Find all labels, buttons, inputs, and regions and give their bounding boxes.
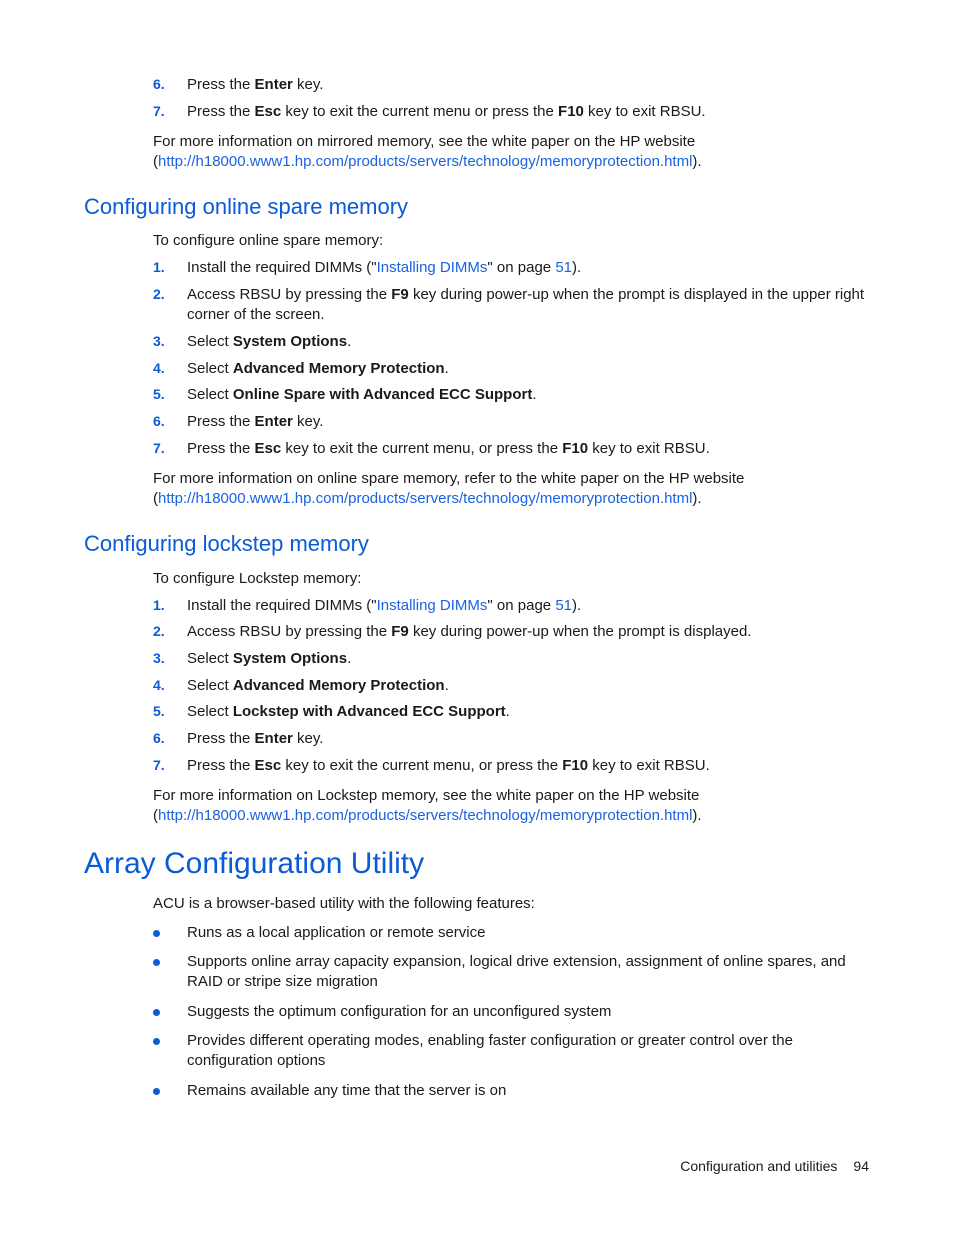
section-heading-lockstep: Configuring lockstep memory: [84, 531, 369, 556]
step-text: Install the required DIMMs ("Installing …: [187, 259, 582, 276]
bullet-item: Suggests the optimum configuration for a…: [187, 1003, 612, 1020]
bullet-icon: [153, 930, 160, 937]
section-heading-online-spare: Configuring online spare memory: [84, 194, 409, 219]
step-text: Press the Enter key.: [187, 413, 324, 430]
bullet-item: Runs as a local application or remote se…: [187, 924, 486, 941]
bullet-icon: [153, 959, 160, 966]
page-link[interactable]: 51: [555, 597, 572, 614]
step-number: 3.: [153, 650, 165, 666]
section-intro: ACU is a browser-based utility with the …: [153, 895, 535, 912]
step-text: Press the Enter key.: [187, 730, 324, 747]
installing-dimms-link[interactable]: Installing DIMMs: [377, 597, 488, 614]
memory-protection-link[interactable]: http://h18000.www1.hp.com/products/serve…: [158, 153, 692, 170]
bullet-item: Provides different operating modes, enab…: [187, 1032, 793, 1069]
step-text: Select Advanced Memory Protection.: [187, 360, 449, 377]
step-number: 1.: [153, 259, 165, 275]
document-page: 6. Press the Enter key. 7. Press the Esc…: [0, 0, 954, 1235]
step-number: 6.: [153, 730, 165, 746]
step-number: 7.: [153, 440, 165, 456]
bullet-item: Supports online array capacity expansion…: [187, 953, 846, 990]
step-text: Install the required DIMMs ("Installing …: [187, 597, 582, 614]
step-text: Select Online Spare with Advanced ECC Su…: [187, 386, 537, 403]
step-text: Select Lockstep with Advanced ECC Suppor…: [187, 703, 510, 720]
section-intro: To configure online spare memory:: [153, 232, 384, 249]
step-text: Select System Options.: [187, 333, 352, 350]
memory-protection-link[interactable]: http://h18000.www1.hp.com/products/serve…: [158, 490, 692, 507]
installing-dimms-link[interactable]: Installing DIMMs: [377, 259, 488, 276]
bullet-item: Remains available any time that the serv…: [187, 1082, 507, 1099]
step-number: 4.: [153, 360, 165, 376]
step-number: 7.: [153, 757, 165, 773]
page-number: 94: [853, 1158, 869, 1174]
step-text: Select Advanced Memory Protection.: [187, 677, 449, 694]
step-number: 5.: [153, 703, 165, 719]
step-number: 1.: [153, 597, 165, 613]
more-info-paragraph: For more information on Lockstep memory,…: [153, 787, 702, 824]
step-number: 2.: [153, 286, 165, 302]
step-text: Press the Esc key to exit the current me…: [187, 757, 710, 774]
step-number: 6.: [153, 76, 165, 92]
step-number: 6.: [153, 413, 165, 429]
memory-protection-link[interactable]: http://h18000.www1.hp.com/products/serve…: [158, 807, 692, 824]
step-number: 4.: [153, 677, 165, 693]
bullet-icon: [153, 1038, 160, 1045]
section-heading-acu: Array Configuration Utility: [84, 847, 425, 880]
step-text: Select System Options.: [187, 650, 352, 667]
step-text: Press the Esc key to exit the current me…: [187, 103, 706, 120]
step-number: 2.: [153, 623, 165, 639]
step-text: Press the Enter key.: [187, 76, 324, 93]
more-info-paragraph: For more information on mirrored memory,…: [153, 133, 702, 170]
page-link[interactable]: 51: [555, 259, 572, 276]
bullet-icon: [153, 1009, 160, 1016]
step-number: 7.: [153, 103, 165, 119]
step-number: 5.: [153, 386, 165, 402]
step-number: 3.: [153, 333, 165, 349]
section-intro: To configure Lockstep memory:: [153, 570, 362, 587]
bullet-icon: [153, 1088, 160, 1095]
step-text: Access RBSU by pressing the F9 key durin…: [187, 286, 865, 323]
step-text: Press the Esc key to exit the current me…: [187, 440, 710, 457]
footer-section-title: Configuration and utilities: [680, 1158, 838, 1174]
step-text: Access RBSU by pressing the F9 key durin…: [187, 623, 752, 640]
page-footer: Configuration and utilities 94: [680, 1158, 869, 1174]
more-info-paragraph: For more information on online spare mem…: [153, 470, 745, 507]
